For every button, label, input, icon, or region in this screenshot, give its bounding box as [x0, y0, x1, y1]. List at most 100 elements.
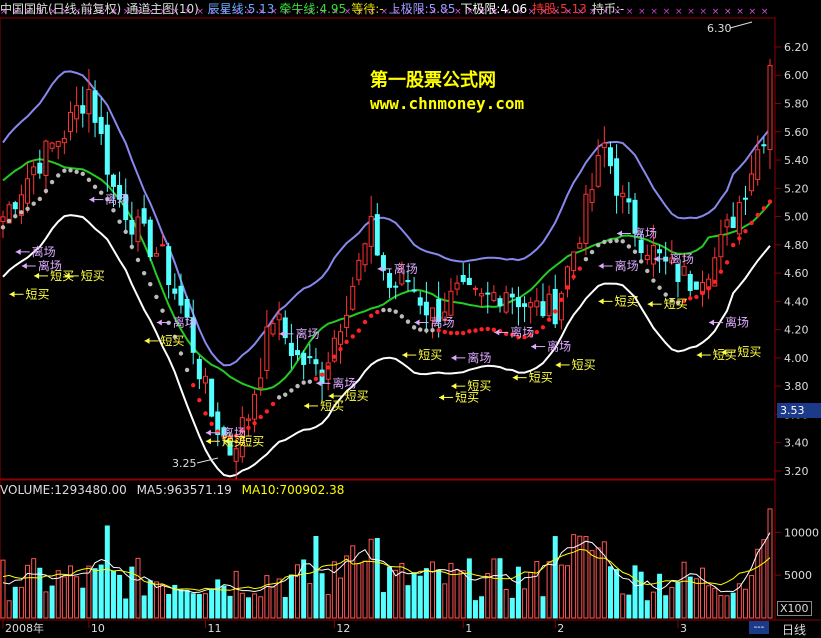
volume-bar — [141, 595, 147, 619]
signal-arrowhead-16 — [414, 319, 420, 326]
candle-body — [178, 285, 184, 306]
signal-arrowhead-17 — [402, 352, 408, 359]
signal-dot — [191, 382, 196, 388]
volume-bar — [31, 558, 37, 619]
signal-dot — [68, 168, 73, 173]
candle-body — [761, 144, 767, 147]
candle-body — [491, 292, 497, 301]
volume-bar — [43, 591, 49, 619]
signal-label-15: 离场 — [394, 261, 418, 276]
volume-bar — [319, 573, 325, 619]
volume-bar — [632, 565, 638, 619]
indicator-value-1: 牵牛线:4.95 — [279, 2, 347, 16]
signal-label-22: 离场 — [547, 339, 571, 354]
signal-dot — [577, 266, 582, 271]
volume-bar — [190, 593, 196, 619]
candle-body — [344, 314, 350, 328]
candle-body — [638, 239, 644, 254]
candle-body — [25, 178, 31, 204]
volume-bar — [74, 576, 80, 619]
signal-dot — [411, 325, 417, 330]
signal-dot — [405, 319, 411, 324]
volume-bar — [387, 566, 393, 619]
signal-arrowhead-26 — [598, 263, 604, 270]
candle-body — [454, 282, 460, 290]
candle-body — [472, 287, 478, 290]
signal-dot — [148, 281, 153, 287]
volume-bar — [749, 575, 755, 619]
signal-arrowhead-12 — [316, 380, 322, 387]
signal-dot — [154, 294, 159, 300]
signal-dot — [491, 327, 497, 333]
volume-bar — [307, 583, 313, 619]
volume-bar — [337, 577, 343, 619]
signal-label-14: 短买 — [320, 399, 344, 413]
low-price-pointer — [196, 457, 219, 464]
candle-body — [657, 249, 663, 254]
signal-dot — [74, 169, 79, 175]
volume-bar — [172, 584, 178, 619]
candle-body — [767, 65, 773, 151]
volume-bar — [147, 580, 153, 619]
indicator-value-6: 持币:- — [591, 2, 625, 16]
signal-label-26: 离场 — [615, 258, 639, 273]
volume-tick-label-0: 5000 — [784, 569, 812, 582]
volume-bar — [374, 538, 380, 619]
volume-bar — [117, 574, 123, 619]
signal-dot — [418, 327, 423, 332]
signal-dot — [663, 292, 668, 297]
signal-dot — [295, 383, 300, 389]
signal-dot — [86, 177, 92, 183]
volume-bar — [86, 565, 92, 619]
candle-body — [558, 292, 564, 321]
volume-bar — [209, 588, 215, 619]
volume-bar — [80, 587, 86, 619]
candle-body — [362, 243, 368, 266]
signal-dot — [307, 379, 312, 384]
signal-arrowhead-22 — [531, 343, 537, 350]
candle-body — [693, 281, 699, 290]
date-label-6: 3 — [680, 622, 687, 635]
volume-bar — [540, 596, 546, 619]
signal-label-27: 短买 — [615, 294, 639, 308]
candle-body — [209, 378, 215, 417]
signal-dot — [141, 270, 147, 276]
signal-dot — [485, 326, 490, 332]
period-label[interactable]: 日线 — [782, 621, 806, 638]
candle-body — [80, 105, 86, 114]
volume-bar — [491, 558, 497, 619]
candle-body — [730, 216, 736, 229]
volume-bar — [160, 584, 166, 619]
signal-dot — [632, 249, 638, 254]
signal-label-20: 短买 — [455, 390, 479, 404]
candle-body — [288, 342, 294, 356]
candle-body — [393, 285, 399, 288]
signal-arrowhead-2 — [34, 272, 40, 279]
signal-dot — [270, 401, 276, 407]
volume-bar — [693, 578, 699, 619]
candle-body — [650, 244, 656, 265]
date-label-0: 2008年 — [5, 621, 44, 635]
signal-dot — [761, 206, 767, 211]
signal-dot — [724, 260, 730, 265]
signal-dot — [123, 229, 128, 234]
price-tick-label-8: 4.80 — [784, 239, 809, 252]
volume-bar — [350, 545, 356, 619]
candle-body — [337, 331, 343, 345]
candle-body — [61, 137, 67, 144]
signal-dot — [626, 244, 632, 249]
candle-body — [620, 192, 626, 198]
period-button[interactable]: --- — [749, 621, 769, 634]
volume-bar — [202, 593, 208, 619]
signal-dot — [688, 296, 693, 301]
signal-dot — [129, 244, 135, 249]
signal-dot — [424, 328, 429, 333]
signal-dot — [368, 313, 374, 318]
candle-body — [166, 246, 172, 286]
price-tick-label-11: 5.40 — [784, 154, 809, 167]
signal-dot — [461, 330, 466, 336]
signal-dot — [387, 307, 392, 313]
signal-arrowhead-25 — [617, 230, 623, 237]
signal-dot — [31, 201, 36, 206]
signal-dot — [80, 171, 85, 177]
